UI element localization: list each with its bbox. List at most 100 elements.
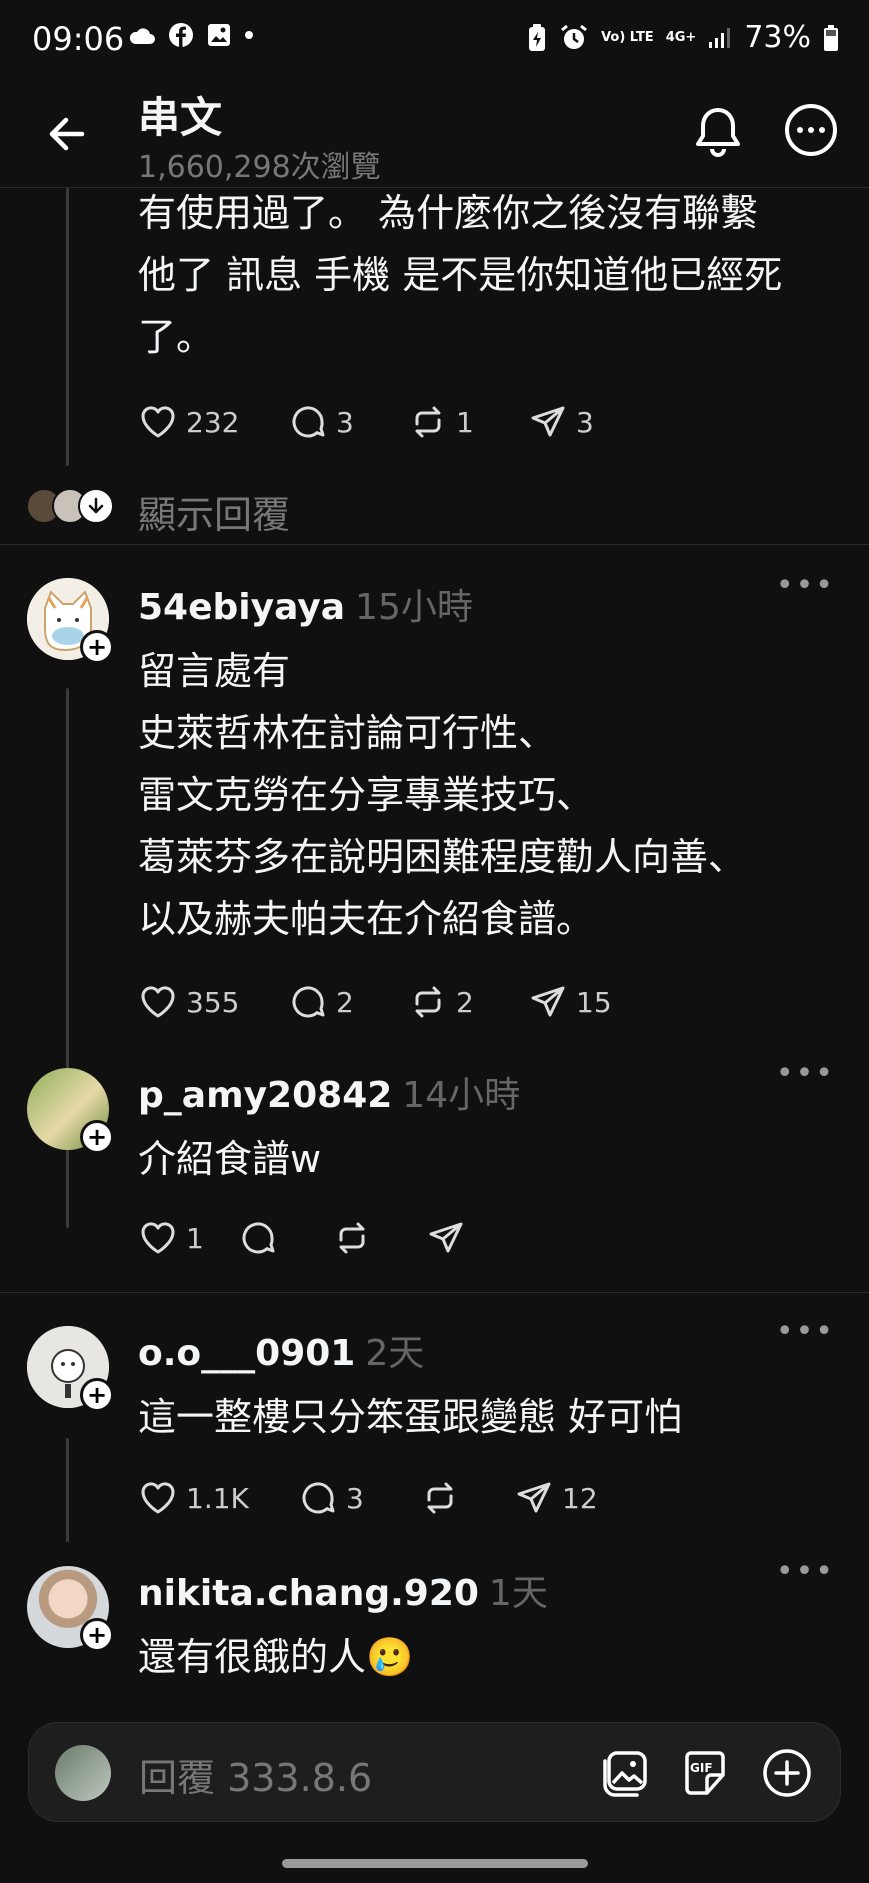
heart-icon — [141, 1222, 175, 1254]
more-icon[interactable] — [783, 102, 839, 158]
post-time: 1天 — [488, 1573, 548, 1614]
reply-avatars — [26, 488, 114, 524]
heart-icon — [141, 1482, 175, 1514]
post-text: 介紹食譜w — [138, 1137, 322, 1181]
divider — [0, 1292, 869, 1293]
volte-label: Vo) LTE — [601, 30, 654, 45]
like-button[interactable]: 1 — [138, 1218, 238, 1258]
post-time: 15小時 — [355, 587, 473, 628]
repost-icon — [427, 1482, 453, 1514]
like-button[interactable]: 232 — [138, 402, 288, 442]
follow-plus-icon[interactable]: + — [80, 630, 114, 664]
plus-icon[interactable] — [761, 1747, 813, 1799]
repost-icon — [415, 406, 441, 438]
username[interactable]: 54ebiyaya 15小時 — [138, 578, 473, 630]
back-arrow-icon[interactable] — [42, 108, 94, 160]
username-text: 54ebiyaya — [138, 587, 346, 628]
share-icon — [531, 406, 565, 437]
post-actions: 355 2 2 15 — [138, 982, 612, 1022]
username[interactable]: o.o___0901 2天 — [138, 1324, 424, 1376]
repost-count: 1 — [456, 405, 474, 439]
comment-count: 3 — [346, 1481, 364, 1515]
comment-button[interactable]: 3 — [288, 402, 408, 442]
share-button[interactable] — [426, 1218, 466, 1258]
arrow-down-icon — [78, 488, 114, 524]
follow-plus-icon[interactable]: + — [80, 1378, 114, 1412]
svg-text:GIF: GIF — [690, 1761, 713, 1775]
post-time: 14小時 — [402, 1075, 521, 1116]
dot-icon — [244, 30, 254, 40]
username[interactable]: nikita.chang.920 1天 — [138, 1564, 548, 1616]
alarm-icon — [559, 23, 589, 53]
gif-icon[interactable]: GIF — [679, 1747, 731, 1799]
repost-icon — [415, 986, 441, 1018]
comment-count: 3 — [336, 405, 354, 439]
comment-icon — [242, 1222, 275, 1254]
post-menu-icon[interactable]: ••• — [776, 1056, 835, 1091]
like-button[interactable]: 1.1K — [138, 1478, 298, 1518]
show-replies-link[interactable]: 顯示回覆 — [138, 484, 290, 539]
follow-plus-icon[interactable]: + — [80, 1120, 114, 1154]
comment-icon — [292, 406, 325, 438]
share-count: 3 — [576, 405, 594, 439]
comment-icon — [302, 1482, 335, 1514]
thread-line — [66, 1438, 69, 1542]
like-count: 232 — [186, 405, 240, 439]
post-menu-icon[interactable]: ••• — [776, 1314, 835, 1349]
repost-button[interactable]: 1 — [408, 402, 528, 442]
repost-button[interactable] — [332, 1218, 426, 1258]
comment-count: 2 — [336, 985, 354, 1019]
reply-input[interactable]: 回覆 333.8.6 — [139, 1747, 372, 1802]
share-button[interactable]: 15 — [528, 982, 612, 1022]
share-button[interactable]: 12 — [514, 1478, 598, 1518]
post-text: 這一整樓只分笨蛋跟變態 好可怕 — [138, 1395, 683, 1439]
like-count: 355 — [186, 985, 240, 1019]
status-time: 09:06 — [32, 20, 125, 58]
reply-composer[interactable]: 回覆 333.8.6 GIF — [28, 1722, 841, 1822]
battery-saver-icon — [527, 23, 547, 53]
share-count: 15 — [576, 985, 612, 1019]
heart-icon — [141, 986, 175, 1018]
like-count: 1.1K — [186, 1481, 249, 1515]
heart-icon — [141, 406, 175, 438]
post-text: 留言處有 史萊哲林在討論可行性、 雷文克勞在分享專業技巧、 葛萊芬多在說明困難程… — [138, 649, 747, 941]
post-text: 還有很餓的人🥲 — [138, 1635, 414, 1679]
repost-button[interactable]: 2 — [408, 982, 528, 1022]
share-count: 12 — [562, 1481, 598, 1515]
cloud-icon — [128, 24, 156, 46]
share-button[interactable]: 3 — [528, 402, 594, 442]
facebook-icon — [168, 22, 194, 48]
bell-icon[interactable] — [691, 102, 745, 164]
post-actions: 232 3 1 3 — [138, 402, 594, 442]
thread-line — [66, 188, 69, 466]
divider — [0, 544, 869, 545]
repost-button[interactable] — [420, 1478, 514, 1518]
post-menu-icon[interactable]: ••• — [776, 568, 835, 603]
battery-icon — [823, 24, 839, 52]
username-text: o.o___0901 — [138, 1333, 356, 1374]
follow-plus-icon[interactable]: + — [80, 1618, 114, 1652]
share-icon — [531, 986, 565, 1017]
post-menu-icon[interactable]: ••• — [776, 1554, 835, 1589]
thread-header: 串文 1,660,298次瀏覽 — [0, 84, 869, 188]
username[interactable]: p_amy20842 14小時 — [138, 1066, 520, 1118]
comment-button[interactable]: 2 — [288, 982, 408, 1022]
network-label: 4G+ — [665, 30, 697, 45]
username-text: p_amy20842 — [138, 1075, 393, 1116]
comment-button[interactable]: 3 — [298, 1478, 420, 1518]
thread-content: 有使用過了。 為什麼你之後沒有聯繫 他了 訊息 手機 是不是你知道他已經死 了。… — [0, 188, 869, 1718]
gallery-status-icon — [206, 22, 232, 48]
home-indicator[interactable] — [282, 1859, 588, 1868]
comment-button[interactable] — [238, 1218, 332, 1258]
battery-percent: 73% — [744, 20, 811, 55]
avatar — [55, 1745, 111, 1801]
share-icon — [517, 1482, 551, 1513]
repost-count: 2 — [456, 985, 474, 1019]
post-text: 有使用過了。 為什麼你之後沒有聯繫 他了 訊息 手機 是不是你知道他已經死 了。 — [138, 191, 783, 359]
like-button[interactable]: 355 — [138, 982, 288, 1022]
post-time: 2天 — [365, 1333, 425, 1374]
post-actions: 1.1K 3 12 — [138, 1478, 598, 1518]
page-title: 串文 — [138, 93, 223, 142]
gallery-icon[interactable] — [599, 1747, 651, 1799]
view-count: 1,660,298次瀏覽 — [138, 150, 381, 185]
